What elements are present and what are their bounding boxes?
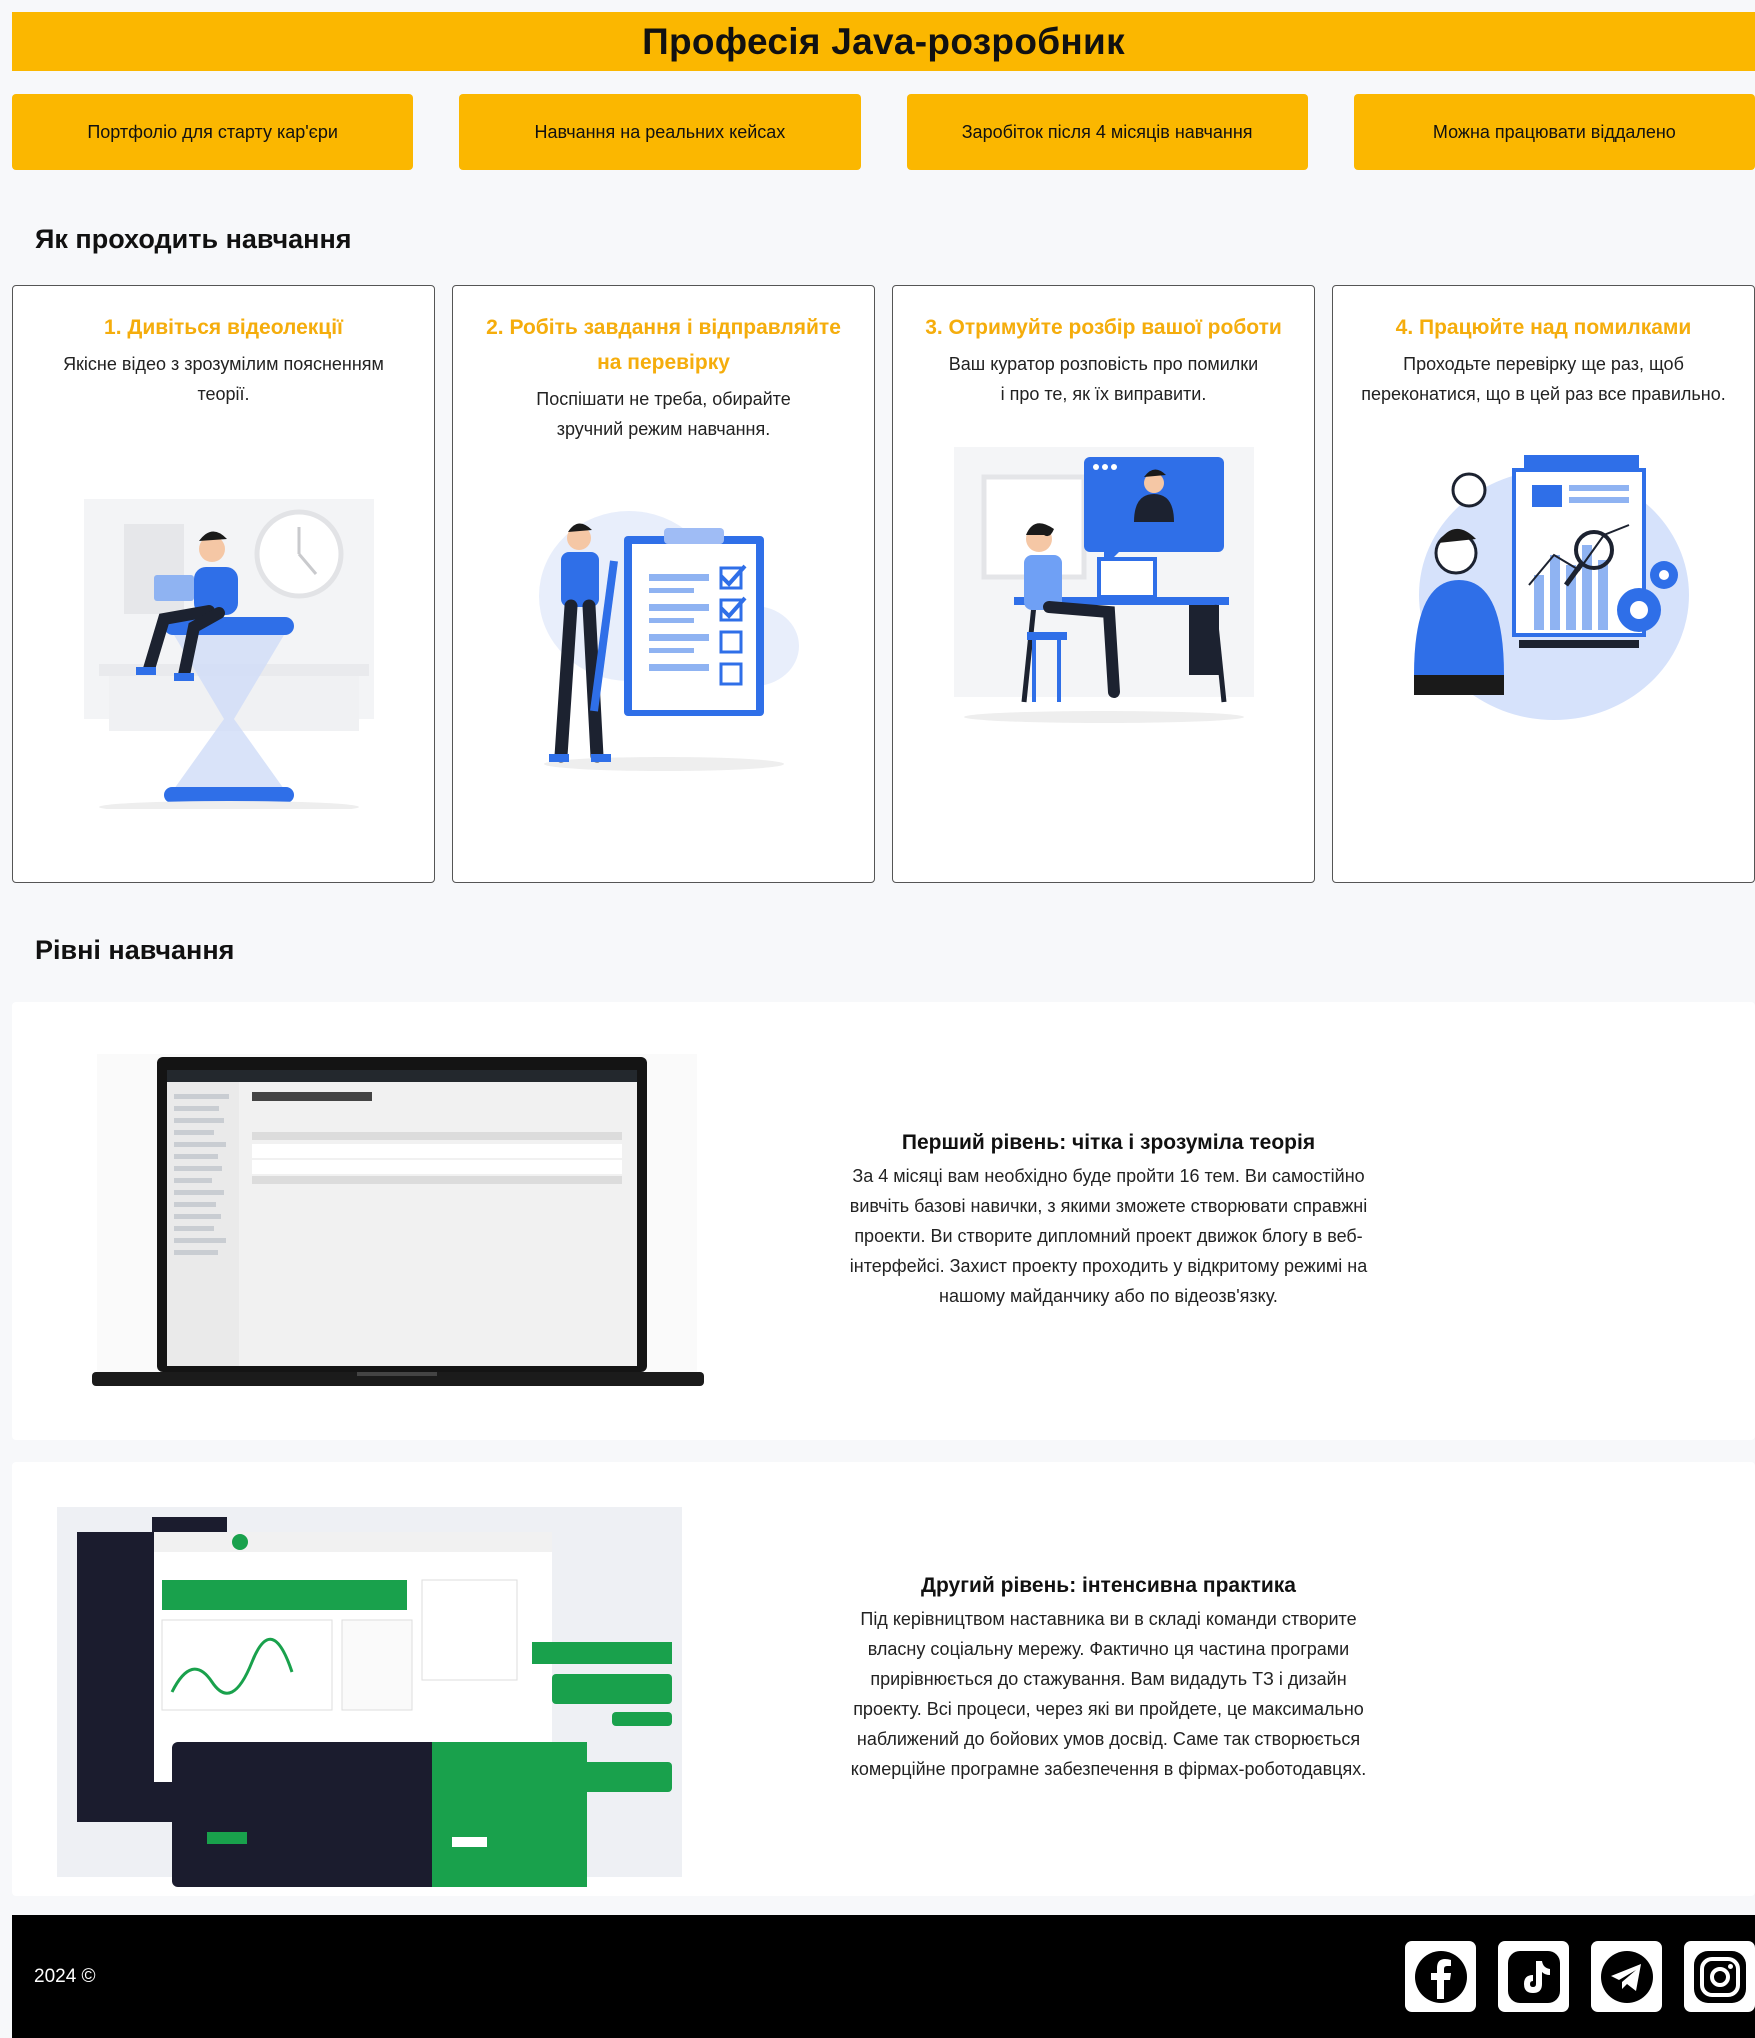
level-description: За 4 місяці вам необхідно буде пройти 16…	[849, 1166, 1368, 1306]
page-title: Професія Java-розробник	[642, 20, 1125, 62]
level-description: Під керівництвом наставника ви в складі …	[850, 1609, 1367, 1779]
step-card-4: 4. Працюйте над помилками Проходьте пере…	[1332, 285, 1755, 883]
level-title: Другий рівень: інтенсивна практика	[921, 1574, 1296, 1597]
feature-portfolio: Портфоліо для старту кар'єри	[12, 94, 414, 170]
video-call-illustration	[953, 447, 1254, 723]
level-title: Перший рівень: чітка і зрозуміла теорія	[901, 1131, 1316, 1154]
analytics-illustration	[1413, 455, 1689, 720]
step-card-3: 3. Отримуйте розбір вашої роботи Ваш кур…	[892, 285, 1315, 883]
level-text: Перший рівень: чітка і зрозуміла теорія …	[836, 1131, 1381, 1311]
copyright: 2024 ©	[34, 1965, 96, 1987]
step-card-2: 2. Робіть завдання і відправляйте на пер…	[452, 285, 875, 883]
step-title: 4. Працюйте над помилками	[1395, 316, 1692, 339]
step-text: Якісне відео з зрозумілим поясненням тео…	[63, 354, 384, 404]
checklist-illustration	[538, 511, 799, 771]
steps-row: 1. Дивіться відеолекції Якісне відео з з…	[12, 285, 1755, 883]
laptop-screenshot	[12, 1002, 812, 1440]
step-text: Поспішати не треба, обирайте зручний реж…	[536, 389, 791, 439]
page: Професія Java-розробник Портфоліо для ст…	[12, 12, 1755, 1896]
level-card-1: Перший рівень: чітка і зрозуміла теорія …	[12, 1002, 1755, 1440]
features-row: Портфоліо для старту кар'єри Навчання на…	[12, 94, 1755, 170]
level-card-2: Другий рівень: інтенсивна практика Під к…	[12, 1462, 1755, 1896]
step-card-1: 1. Дивіться відеолекції Якісне відео з з…	[12, 285, 435, 883]
how-section-title: Як проходить навчання	[35, 224, 352, 254]
feature-earnings: Заробіток після 4 місяців навчання	[906, 94, 1308, 170]
step-text: Ваш куратор розповість про помилки і про…	[948, 354, 1259, 404]
level-text: Другий рівень: інтенсивна практика Під к…	[836, 1574, 1381, 1784]
laptop-image	[92, 1054, 704, 1386]
hourglass-illustration	[83, 499, 374, 809]
social-network-screenshot	[12, 1462, 812, 1896]
hero-banner: Професія Java-розробник	[12, 12, 1755, 71]
footer: 2024 ©	[12, 1915, 1755, 2038]
telegram-icon[interactable]	[1591, 1941, 1662, 2012]
step-text: Проходьте перевірку ще раз, щоб перекона…	[1361, 354, 1726, 404]
social-links	[1405, 1941, 1755, 2012]
levels-section-title: Рівні навчання	[35, 935, 235, 965]
instagram-icon[interactable]	[1684, 1941, 1755, 2012]
facebook-icon[interactable]	[1405, 1941, 1476, 2012]
feature-remote: Можна працювати віддалено	[1353, 94, 1755, 170]
app-mockups-image	[57, 1507, 682, 1887]
step-title: 3. Отримуйте розбір вашої роботи	[925, 316, 1282, 339]
step-title: 1. Дивіться відеолекції	[104, 316, 343, 339]
tiktok-icon[interactable]	[1498, 1941, 1569, 2012]
step-title: 2. Робіть завдання і відправляйте на пер…	[486, 316, 841, 374]
feature-real-cases: Навчання на реальних кейсах	[459, 94, 861, 170]
